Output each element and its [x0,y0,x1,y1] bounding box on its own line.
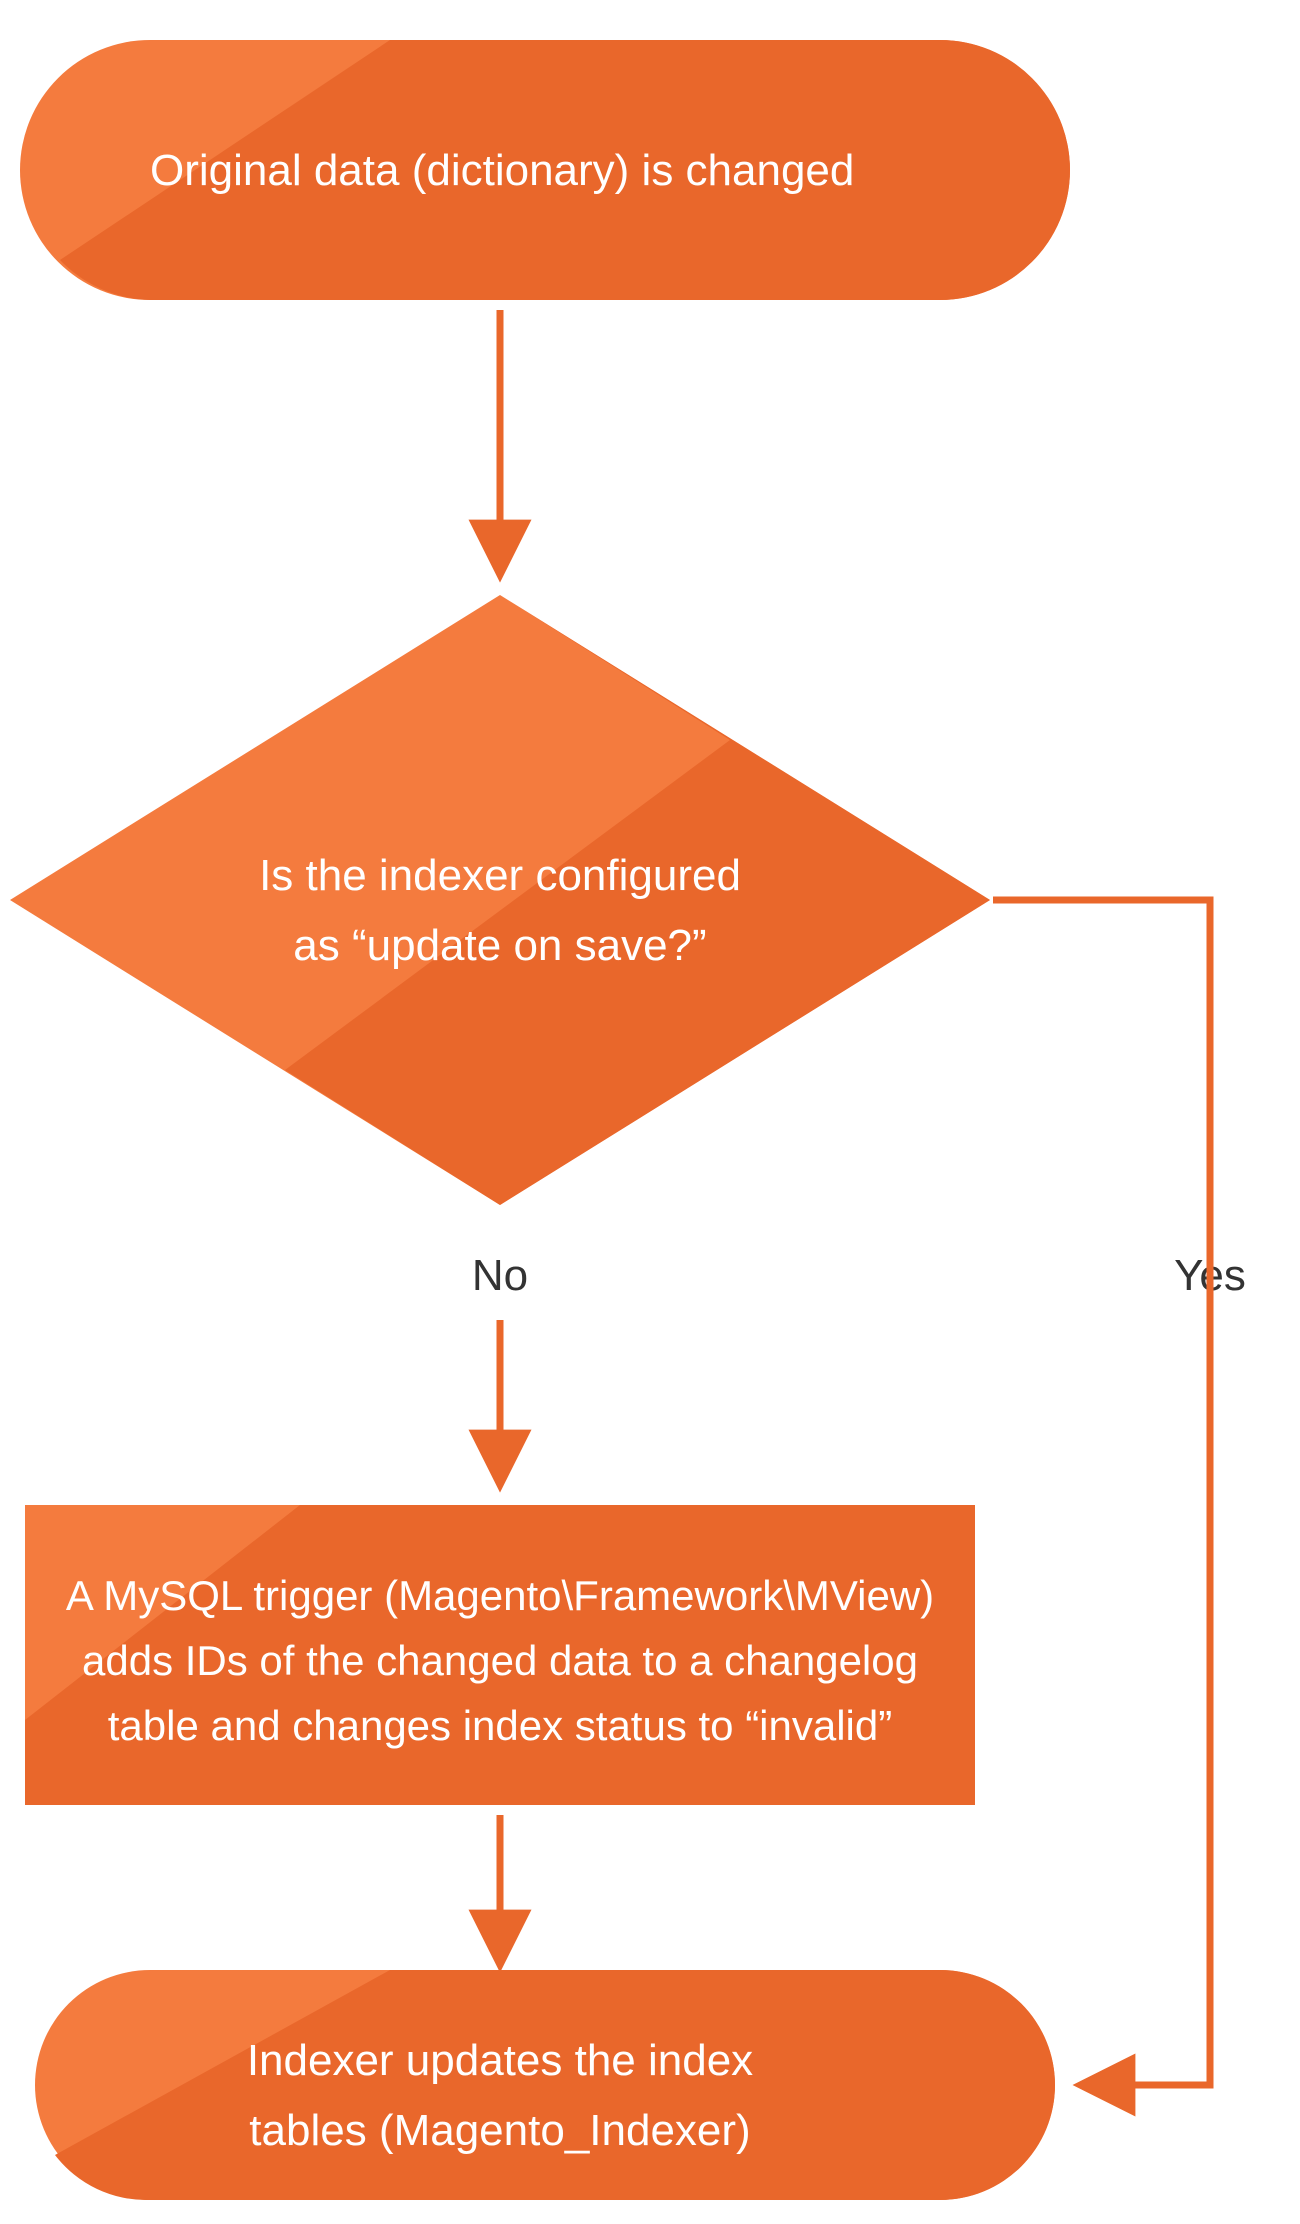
node-start: Original data (dictionary) is changed [20,40,1070,300]
node-indexer: Indexer updates the index tables (Magent… [35,1970,1055,2200]
node-indexer-line1: Indexer updates the index [247,2036,753,2085]
node-indexer-line2: tables (Magento_Indexer) [249,2106,750,2155]
node-trigger: A MySQL trigger (Magento\Framework\MView… [25,1505,975,1805]
node-decision-line1: Is the indexer configured [259,851,741,900]
node-trigger-line3: table and changes index status to “inval… [108,1702,893,1749]
edge-decision-yes [993,900,1210,2085]
node-trigger-line1: A MySQL trigger (Magento\Framework\MView… [66,1572,934,1619]
node-decision-line2: as “update on save?” [293,921,706,970]
node-decision: Is the indexer configured as “update on … [10,595,990,1205]
label-no: No [472,1251,528,1300]
node-trigger-line2: adds IDs of the changed data to a change… [82,1637,918,1684]
flowchart-diagram: Original data (dictionary) is changed Is… [0,0,1300,2224]
node-start-text: Original data (dictionary) is changed [150,146,854,195]
